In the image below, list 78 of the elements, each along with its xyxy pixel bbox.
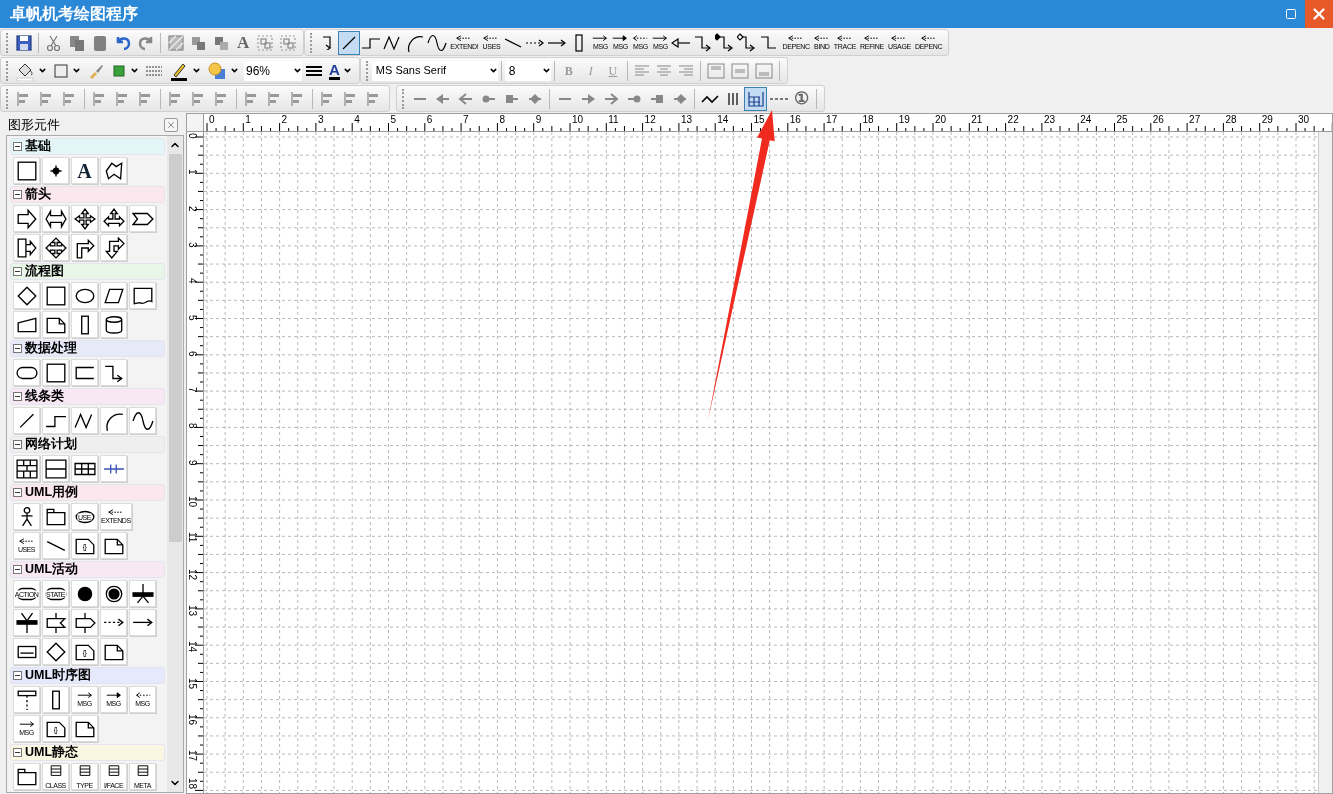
ruler-number: 10 [187,496,197,508]
section-header[interactable]: 基础 [10,138,165,155]
ruler-number: 17 [187,750,197,762]
tool-button[interactable]: ① [790,86,813,111]
section-header[interactable]: 网络计划 [10,436,165,453]
ruler-number: 10 [572,114,584,125]
section-title: 数据处理 [25,342,77,355]
ruler-number: 16 [187,713,197,725]
ruler-number: 28 [1225,114,1237,125]
ruler-number: 26 [1152,114,1164,125]
section-header[interactable]: UML用例 [10,484,165,501]
section-title: 网络计划 [25,438,77,451]
section-header[interactable]: UML时序图 [10,667,165,684]
ruler-number: 6 [426,114,433,125]
ruler-number: 14 [187,641,197,653]
ruler-number: 11 [608,114,619,125]
section-title: UML用例 [25,486,79,499]
ruler-number: 9 [187,459,197,466]
section-header[interactable]: 箭头 [10,186,165,203]
ruler-number: 17 [826,114,838,125]
section-title: 流程图 [25,265,64,278]
ruler-number: 18 [862,114,874,125]
ruler-number: 8 [187,423,197,429]
ruler-number: 3 [317,114,324,125]
ruler-number: 19 [898,114,910,125]
ruler-number: 15 [187,677,197,689]
ruler-number: 22 [1007,114,1019,125]
ruler-number: 27 [1189,114,1201,125]
section-header[interactable]: 线条类 [10,388,165,405]
ruler-number: 13 [187,604,197,616]
ruler-number: 7 [463,114,469,125]
font-color-button[interactable]: A [326,59,355,82]
section-title: 箭头 [25,188,51,201]
zoom-combo[interactable]: 96% [244,60,302,81]
font-size-combo[interactable]: 8 [504,60,551,81]
section-header[interactable]: UML活动 [10,561,165,578]
ruler-number: 4 [187,278,197,284]
font-combo[interactable]: MS Sans Serif [371,60,498,81]
ruler-number: 7 [187,387,197,393]
ruler-number: 0 [187,133,197,139]
section-title: 线条类 [25,390,64,403]
section-title: 基础 [25,140,51,153]
tool-button[interactable]: A [233,30,254,55]
ruler-number: 14 [717,114,729,125]
ruler-number: 16 [789,114,801,125]
section-title: UML活动 [25,563,79,576]
ruler-number: 5 [390,114,397,125]
section-title: UML静态 [25,746,79,759]
ruler-number: 15 [753,114,765,125]
window-title: 卓帆机考绘图程序 [10,4,139,24]
section-header[interactable]: 流程图 [10,263,165,280]
ruler-number: 0 [209,114,215,125]
ruler-number: 4 [354,114,360,125]
ruler-number: 8 [499,114,505,125]
section-header[interactable]: 数据处理 [10,340,165,357]
palette-item[interactable]: A [71,157,98,184]
ruler-number: 9 [535,114,542,125]
panel-title: 图形元件 [8,116,60,135]
ruler-number: 18 [187,778,197,790]
ruler-number: 3 [187,241,197,248]
ruler-number: 12 [187,568,197,580]
ruler-number: 20 [935,114,947,125]
ruler-number: 1 [187,169,197,175]
section-title: UML时序图 [25,669,92,682]
ruler-number: 30 [1298,114,1310,125]
ruler-number: 13 [680,114,692,125]
section-header[interactable]: UML静态 [10,744,165,761]
ruler-number: 21 [971,114,983,125]
ruler-number: 24 [1080,114,1092,125]
ruler-number: 2 [281,114,288,125]
ruler-number: 2 [187,205,197,212]
ruler-number: 1 [245,114,251,125]
ruler-number: 11 [187,532,197,543]
ruler-number: 29 [1261,114,1273,125]
ruler-number: 12 [644,114,656,125]
ruler-number: 25 [1116,114,1128,125]
ruler-number: 23 [1043,114,1055,125]
ruler-number: 6 [187,350,197,357]
